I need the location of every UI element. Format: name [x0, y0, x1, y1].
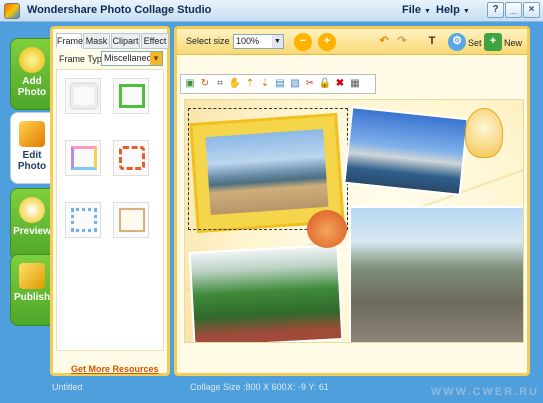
- chevron-down-icon: ▼: [423, 8, 431, 15]
- rotate-icon[interactable]: ↻: [198, 77, 212, 91]
- resource-panel: Frame Mask Clipart Effect Frame Type: Mi…: [50, 26, 170, 376]
- frame-orange-preview: [119, 146, 145, 170]
- chevron-down-icon: ▼: [272, 35, 283, 48]
- menu-file[interactable]: File ▼: [402, 4, 431, 16]
- frame-thumbnail-grid: [56, 69, 164, 351]
- frame-rainbow-preview: [71, 146, 97, 170]
- crop-icon[interactable]: ⌗: [213, 77, 227, 91]
- tab-preview-label: Preview: [13, 226, 51, 237]
- great-wall-photo[interactable]: [349, 206, 523, 342]
- collage-workspace: Select size 100% ▼ − + ↶ ↷ T ⚙ Set + New…: [174, 26, 530, 376]
- picture-icon[interactable]: ▤: [273, 77, 287, 91]
- tab-add-photo-label: Add: [22, 76, 42, 87]
- bear-clipart[interactable]: [307, 210, 347, 248]
- app-logo-icon: [4, 3, 20, 19]
- zoom-in-icon[interactable]: +: [318, 33, 336, 51]
- menu-help-label: Help: [436, 4, 460, 16]
- subtab-effect[interactable]: Effect: [141, 33, 169, 49]
- menu-file-label: File: [402, 4, 421, 16]
- left-tab-strip: Add Photo Edit Photo Preview Publish: [0, 22, 54, 380]
- get-more-resources-link[interactable]: Get More Resources: [71, 364, 159, 374]
- castle-photo[interactable]: [343, 106, 469, 196]
- subtab-frame[interactable]: Frame: [56, 33, 83, 49]
- send-backward-icon[interactable]: ⇣: [258, 77, 272, 91]
- zoom-out-icon[interactable]: −: [294, 33, 312, 51]
- tab-edit-photo-label: Edit: [22, 150, 42, 161]
- status-collage-size: Collage Size :800 X 600: [190, 382, 287, 392]
- frame-wood-preview: [119, 208, 145, 232]
- image-icon[interactable]: ▣: [183, 77, 197, 91]
- subtab-clipart[interactable]: Clipart: [111, 33, 140, 49]
- zoom-select[interactable]: 100% ▼: [233, 34, 284, 49]
- tab-edit-photo-label-2: Photo: [17, 161, 47, 172]
- minimize-button[interactable]: _: [505, 2, 522, 18]
- edit-tool-strip: ▣ ↻ ⌗ ✋ ⇡ ⇣ ▤ ▧ ✂ 🔒 ✖ ▦: [180, 74, 376, 94]
- tab-add-photo-label-2: Photo: [17, 87, 47, 98]
- tab-edit-photo[interactable]: Edit Photo: [10, 112, 54, 184]
- help-button[interactable]: ?: [487, 2, 504, 18]
- lock-icon[interactable]: 🔒: [318, 77, 332, 91]
- edit-photo-icon: [19, 121, 45, 147]
- collage-canvas[interactable]: [184, 99, 524, 343]
- bring-forward-icon[interactable]: ⇡: [243, 77, 257, 91]
- redo-icon[interactable]: ↷: [393, 33, 411, 51]
- frame-thumbnail[interactable]: [65, 202, 101, 238]
- hand-icon[interactable]: ✋: [228, 77, 242, 91]
- main-toolbar: Select size 100% ▼ − + ↶ ↷ T ⚙ Set + New: [177, 29, 527, 55]
- status-coordinates: X: -9 Y: 61: [287, 382, 329, 392]
- frame-plain-preview: [71, 84, 97, 108]
- frame-blue-preview: [71, 208, 97, 232]
- publish-icon: [19, 263, 45, 289]
- frame-type-select[interactable]: Miscellaneous ▼: [101, 51, 163, 66]
- frame-thumbnail[interactable]: [65, 78, 101, 114]
- tab-preview[interactable]: Preview: [10, 188, 54, 260]
- magnifier-icon: [19, 197, 45, 223]
- app-title: Wondershare Photo Collage Studio: [27, 4, 212, 16]
- cartoon-clipart[interactable]: [465, 108, 503, 158]
- frame-thumbnail[interactable]: [113, 202, 149, 238]
- tab-publish[interactable]: Publish: [10, 254, 54, 326]
- frame-thumbnail[interactable]: [113, 140, 149, 176]
- replace-image-icon[interactable]: ▧: [288, 77, 302, 91]
- title-bar: Wondershare Photo Collage Studio File ▼ H…: [0, 0, 543, 22]
- undo-icon[interactable]: ↶: [375, 33, 393, 51]
- settings-icon[interactable]: ⚙: [448, 33, 466, 51]
- status-file-name: Untitled: [52, 382, 83, 392]
- add-photo-icon: [19, 47, 45, 73]
- menu-help[interactable]: Help ▼: [436, 4, 470, 16]
- subtab-mask[interactable]: Mask: [83, 33, 110, 49]
- bridge-photo[interactable]: [188, 244, 344, 342]
- delete-icon[interactable]: ✖: [333, 77, 347, 91]
- frame-green-preview: [119, 84, 145, 108]
- properties-icon[interactable]: ▦: [348, 77, 362, 91]
- set-label[interactable]: Set: [468, 38, 482, 48]
- watermark: WWW.CWER.RU: [430, 386, 539, 398]
- close-button[interactable]: ×: [523, 2, 540, 18]
- frame-thumbnail[interactable]: [65, 140, 101, 176]
- new-label[interactable]: New: [504, 38, 522, 48]
- tab-add-photo[interactable]: Add Photo: [10, 38, 54, 110]
- chevron-down-icon: ▼: [462, 8, 470, 15]
- chevron-down-icon: ▼: [150, 52, 162, 65]
- frame-thumbnail[interactable]: [113, 78, 149, 114]
- new-collage-icon[interactable]: +: [484, 33, 502, 51]
- cut-icon[interactable]: ✂: [303, 77, 317, 91]
- tab-publish-label: Publish: [13, 292, 51, 303]
- select-size-label: Select size: [186, 36, 230, 46]
- zoom-value: 100%: [236, 36, 260, 46]
- text-tool-icon[interactable]: T: [423, 33, 441, 51]
